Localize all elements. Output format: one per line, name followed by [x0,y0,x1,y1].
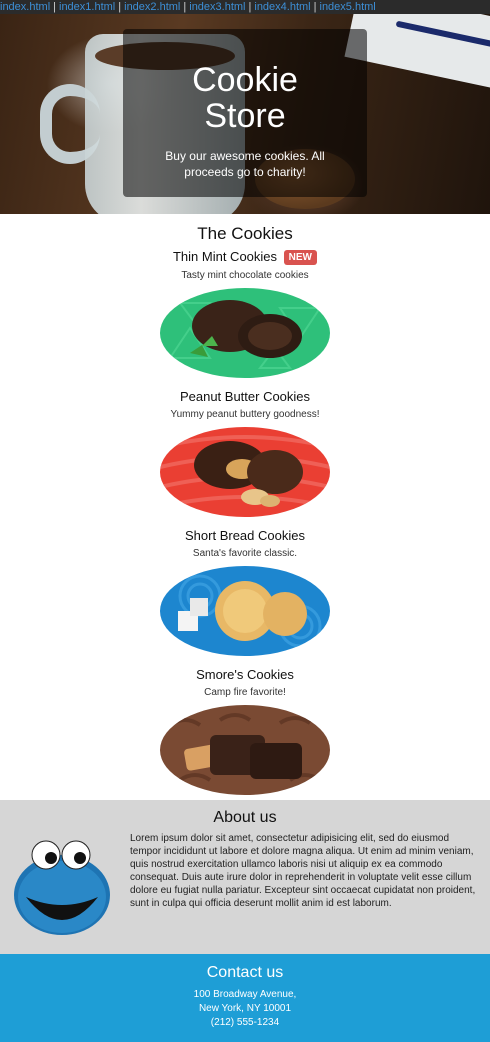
cookies-heading: The Cookies [197,224,293,243]
cookie-item-short-bread: Short Bread Cookies Santa's favorite cla… [0,528,490,656]
contact-heading: Contact us [206,964,284,981]
cookie-title: Thin Mint Cookies NEW [0,249,490,265]
cookie-title: Short Bread Cookies [185,528,305,543]
cookie-monster-image [14,840,110,935]
nav-link-index1[interactable]: index1.html [59,1,115,13]
contact-address-line2: New York, NY 10001 [198,1003,292,1014]
nav-link-index[interactable]: index.html [0,1,50,13]
about-body: Lorem ipsum dolor sit amet, consectetur … [130,833,476,909]
cookie-title: Smore's Cookies [196,667,294,682]
cookie-item-peanut-butter: Peanut Butter Cookies Yummy peanut butte… [0,389,490,517]
about-section: About us Lorem ipsum dolor sit amet, con… [0,800,490,954]
hero-jumbotron: Cookie Store Buy our awesome cookies. All… [123,29,367,197]
about-heading: About us [213,809,277,826]
cookie-item-thin-mint: Thin Mint Cookies NEW Tasty mint chocola… [0,249,490,378]
smores-image [160,705,330,795]
nav-link-index2[interactable]: index2.html [124,1,180,13]
nav-link-index3[interactable]: index3.html [189,1,245,13]
top-nav: index.html | index1.html | index2.html | index… [0,0,490,14]
cookies-section: The Cookies Thin Mint Cookies NEW Tasty … [0,214,490,800]
nav-separator: | [183,1,187,13]
nav-link-index4[interactable]: index4.html [254,1,310,13]
nav-separator: | [313,1,317,13]
cookie-description: Yummy peanut buttery goodness! [170,409,320,420]
peanut-butter-image [160,427,330,517]
hero-subtitle: Buy our awesome cookies. All proceeds go… [165,149,325,179]
contact-address-line1: 100 Broadway Avenue, [193,989,297,1000]
page-title: Cookie Store [192,61,298,135]
cookie-description: Camp fire favorite! [204,687,286,698]
contact-section: Contact us 100 Broadway Avenue, New York… [0,954,490,1042]
nav-separator: | [118,1,122,13]
cookie-item-smores: Smore's Cookies Camp fire favorite! [0,667,490,795]
contact-phone: (212) 555-1234 [210,1017,280,1028]
nav-separator: | [53,1,56,13]
cookie-description: Tasty mint chocolate cookies [181,270,309,281]
cookie-description: Santa's favorite classic. [192,548,298,559]
short-bread-image [160,566,330,656]
cookie-title: Peanut Butter Cookies [179,389,311,404]
nav-link-index5[interactable]: index5.html [320,1,376,13]
new-badge: NEW [283,250,317,265]
thin-mint-image [160,288,330,378]
hero-banner: Cookie Store Buy our awesome cookies. All… [0,14,490,214]
